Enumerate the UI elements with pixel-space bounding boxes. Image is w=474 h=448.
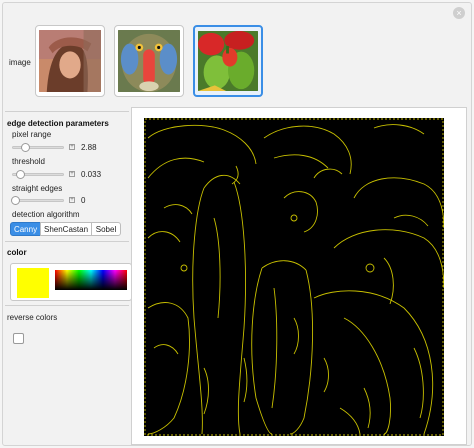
reverse-colors-checkbox[interactable] (13, 333, 24, 344)
lena-thumbnail (39, 30, 101, 92)
edge-detection-image (144, 118, 444, 436)
threshold-plus-icon[interactable]: + (69, 171, 75, 177)
color-picker[interactable] (10, 263, 132, 301)
image-option-mandrill[interactable] (114, 25, 184, 97)
straight-edges-value: 0 (81, 196, 86, 205)
color-swatch[interactable] (17, 268, 49, 298)
algorithm-sobel-button[interactable]: Sobel (91, 222, 121, 236)
straight-edges-slider-thumb[interactable] (11, 196, 20, 205)
image-option-lena[interactable] (35, 25, 105, 97)
threshold-label: threshold (12, 157, 45, 166)
edge-output-pane (131, 107, 467, 445)
color-gradient[interactable] (55, 270, 127, 290)
pixel-range-label: pixel range (12, 130, 52, 139)
pixel-range-plus-icon[interactable]: + (69, 144, 75, 150)
straight-edges-plus-icon[interactable]: + (69, 197, 75, 203)
threshold-slider-thumb[interactable] (16, 170, 25, 179)
pixel-range-value: 2.88 (81, 143, 97, 152)
detection-algorithm-label: detection algorithm (12, 210, 80, 219)
edge-params-heading: edge detection parameters (7, 119, 109, 128)
peppers-thumbnail (198, 31, 258, 91)
pixel-range-slider[interactable] (12, 146, 64, 149)
threshold-value: 0.033 (81, 170, 102, 179)
separator (5, 111, 129, 112)
separator (5, 305, 129, 306)
algorithm-canny-button[interactable]: Canny (10, 222, 41, 236)
separator (5, 241, 129, 242)
close-icon[interactable]: × (453, 7, 465, 19)
straight-edges-label: straight edges (12, 184, 63, 193)
reverse-colors-label: reverse colors (7, 313, 58, 322)
color-label: color (7, 248, 27, 257)
image-label: image (9, 58, 31, 67)
mandrill-thumbnail (118, 30, 180, 92)
manipulate-panel: × image edge detection parameters pixel … (2, 2, 472, 446)
algorithm-shencastan-button[interactable]: ShenCastan (40, 222, 92, 236)
image-option-peppers[interactable] (193, 25, 263, 97)
pixel-range-slider-thumb[interactable] (21, 143, 30, 152)
